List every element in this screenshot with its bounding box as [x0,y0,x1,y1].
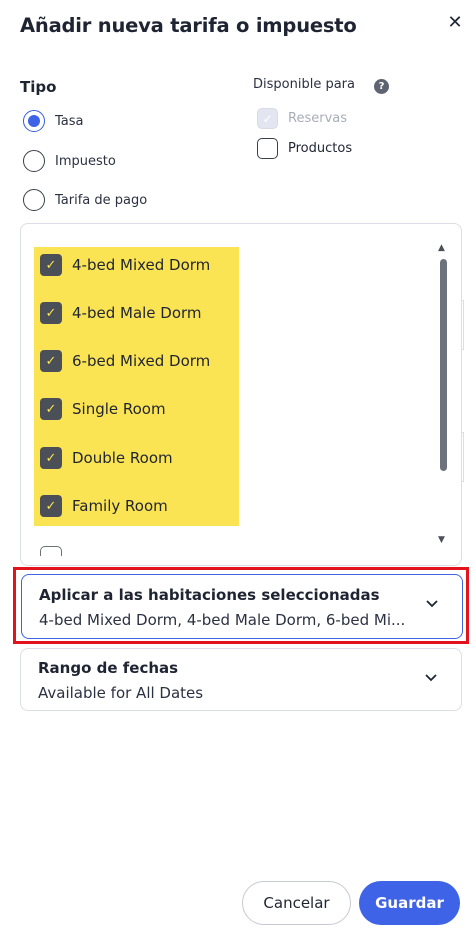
radio-impuesto[interactable]: Impuesto [23,150,116,172]
room-option-label: 6-bed Mixed Dorm [72,352,211,370]
radio-label: Tarifa de pago [55,192,148,208]
radio-label: Tasa [55,113,84,129]
checkbox: ✓ [257,108,278,129]
room-option[interactable]: ✓ 4-bed Male Dorm [40,302,202,324]
apply-rooms-value: 4-bed Mixed Dorm, 4-bed Male Dorm, 6-bed… [39,611,406,629]
room-option-label: Double Room [72,449,173,467]
room-option[interactable]: ✓ Family Room [40,495,168,517]
room-option[interactable]: ✓ Double Room [40,447,173,469]
help-icon[interactable]: ? [374,79,389,94]
tipo-label: Tipo [20,78,57,96]
scroll-up-icon[interactable]: ▲ [438,243,445,253]
checkbox[interactable] [257,138,278,159]
chevron-down-icon [424,597,440,613]
room-option[interactable]: ✓ 6-bed Mixed Dorm [40,350,210,372]
cancel-button[interactable]: Cancelar [242,881,351,925]
scrollbar-thumb[interactable] [440,259,447,471]
checkbox-checked[interactable]: ✓ [40,398,62,420]
radio-label: Impuesto [55,153,116,169]
checkbox-label: Productos [288,141,353,156]
radio-tarifa-de-pago[interactable]: Tarifa de pago [23,189,147,211]
room-option-label: 4-bed Mixed Dorm [72,256,211,274]
close-icon[interactable]: ✕ [444,12,466,34]
date-range-title: Rango de fechas [38,659,179,677]
rooms-dropdown-list[interactable]: ✓ 4-bed Mixed Dorm ✓ 4-bed Male Dorm ✓ 6… [20,223,462,566]
room-option-label: 4-bed Male Dorm [72,304,202,322]
chevron-down-icon [423,671,439,687]
room-option[interactable]: ✓ 4-bed Mixed Dorm [40,254,210,276]
room-option[interactable]: ✓ Single Room [40,398,166,420]
radio-tasa[interactable]: Tasa [23,110,84,132]
apply-rooms-title: Aplicar a las habitaciones seleccionadas [39,586,380,604]
date-range-value: Available for All Dates [38,684,204,702]
checkbox-checked[interactable]: ✓ [40,254,62,276]
partial-checkbox [40,546,62,556]
date-range-select[interactable]: Rango de fechas Available for All Dates [20,648,462,711]
checkbox-productos[interactable]: Productos [257,138,352,159]
apply-rooms-select[interactable]: Aplicar a las habitaciones seleccionadas… [21,574,463,639]
page-title: Añadir nueva tarifa o impuesto [20,14,357,37]
checkbox-label: Reservas [288,111,347,126]
checkbox-checked[interactable]: ✓ [40,350,62,372]
disponible-label: Disponible para [253,77,355,92]
checkbox-checked[interactable]: ✓ [40,495,62,517]
checkbox-checked[interactable]: ✓ [40,447,62,469]
radio-button[interactable] [23,110,45,132]
radio-button[interactable] [23,150,45,172]
checkbox-reservas: ✓ Reservas [257,108,347,129]
radio-button[interactable] [23,189,45,211]
selection-highlight [34,247,239,526]
checkbox-checked[interactable]: ✓ [40,302,62,324]
scroll-down-icon[interactable]: ▼ [438,535,445,545]
room-option-label: Single Room [72,400,166,418]
room-option-label: Family Room [72,497,168,515]
save-button[interactable]: Guardar [359,881,460,925]
